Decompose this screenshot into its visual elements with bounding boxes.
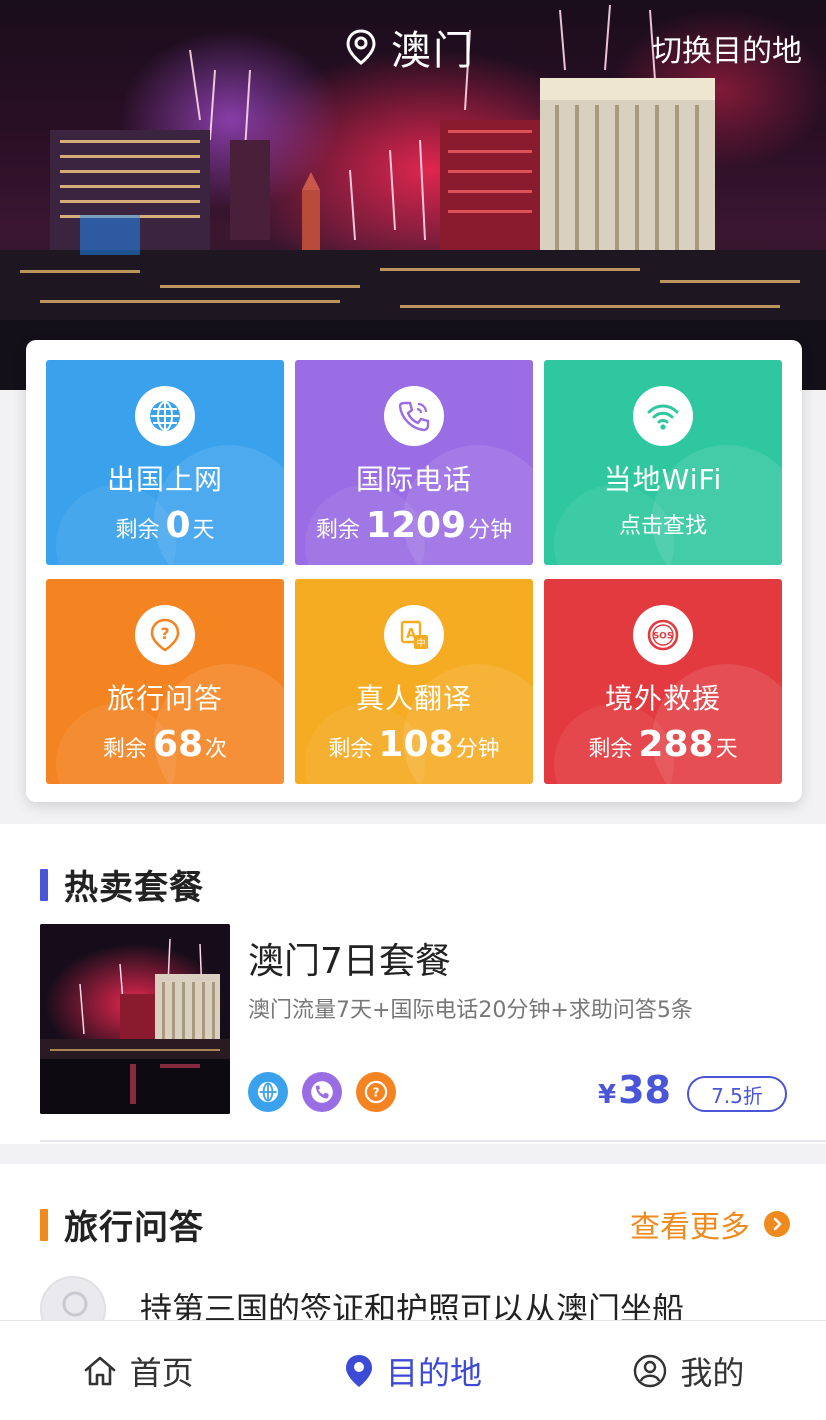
divider <box>40 1140 826 1142</box>
svg-text:SOS: SOS <box>653 632 674 642</box>
section-header: 热卖套餐 <box>40 860 204 909</box>
top-bar: 澳门 切换目的地 <box>0 14 826 74</box>
package-feature-icons: ? <box>248 1072 410 1112</box>
section-marker <box>40 1208 48 1241</box>
service-title: 旅行问答 <box>106 682 223 715</box>
service-remaining: 剩余 0 天 <box>115 505 215 546</box>
tab-home[interactable]: 首页 <box>0 1321 275 1420</box>
service-tile-internet[interactable]: 出国上网 剩余 0 天 <box>46 360 284 565</box>
section-title: 旅行问答 <box>64 1208 204 1248</box>
tab-label: 目的地 <box>385 1353 482 1392</box>
service-remaining: 剩余 288 天 <box>588 724 738 765</box>
service-title: 出国上网 <box>106 463 223 496</box>
svg-text:?: ? <box>160 624 169 643</box>
question-icon: ? <box>356 1072 396 1112</box>
package-price: ¥38 <box>598 1068 671 1112</box>
wifi-icon <box>633 386 693 446</box>
location-pin-outline-icon <box>346 29 376 65</box>
services-card: 出国上网 剩余 0 天 国际电话 剩余 1209 分钟 当地WiFi 点击查找 … <box>26 340 802 802</box>
service-title: 真人翻译 <box>355 682 472 715</box>
chevron-right-icon <box>764 1211 790 1237</box>
service-title: 国际电话 <box>355 463 472 496</box>
globe-icon <box>135 386 195 446</box>
discount-badge: 7.5折 <box>687 1076 787 1112</box>
phone-icon <box>384 386 444 446</box>
hot-packages-section: 热卖套餐 澳门7日套餐 澳门流量7天+国际电话20分钟+求助问答5条 ? ¥ 3… <box>0 824 826 1144</box>
home-icon <box>84 1356 115 1385</box>
package-description: 澳门流量7天+国际电话20分钟+求助问答5条 <box>248 998 693 1023</box>
globe-icon <box>248 1072 288 1112</box>
tab-mine[interactable]: 我的 <box>551 1321 826 1420</box>
service-remaining: 剩余 68 次 <box>102 724 228 765</box>
service-tile-travel-qa[interactable]: ? 旅行问答 剩余 68 次 <box>46 579 284 784</box>
phone-icon <box>302 1072 342 1112</box>
service-title: 当地WiFi <box>603 463 723 496</box>
question-pin-icon: ? <box>135 605 195 665</box>
service-tile-human-translation[interactable]: A中 真人翻译 剩余 108 分钟 <box>295 579 533 784</box>
current-location[interactable]: 澳门 <box>345 18 475 76</box>
svg-text:中: 中 <box>416 637 425 649</box>
services-grid: 出国上网 剩余 0 天 国际电话 剩余 1209 分钟 当地WiFi 点击查找 … <box>46 360 782 784</box>
bottom-tab-bar: 首页 目的地 我的 <box>0 1320 826 1420</box>
service-tile-intl-call[interactable]: 国际电话 剩余 1209 分钟 <box>295 360 533 565</box>
translate-icon: A中 <box>384 605 444 665</box>
user-icon <box>634 1354 667 1387</box>
service-tile-overseas-rescue[interactable]: SOS 境外救援 剩余 288 天 <box>544 579 782 784</box>
service-tile-local-wifi[interactable]: 当地WiFi 点击查找 <box>544 360 782 565</box>
service-remaining: 剩余 108 分钟 <box>328 724 500 765</box>
service-subtitle: 点击查找 <box>618 514 707 539</box>
view-more-label: 查看更多 <box>630 1210 750 1245</box>
package-title[interactable]: 澳门7日套餐 <box>248 932 451 984</box>
switch-destination-button[interactable]: 切换目的地 <box>652 26 802 70</box>
section-marker <box>40 868 48 901</box>
location-pin-icon <box>345 1354 372 1387</box>
service-remaining: 剩余 1209 分钟 <box>315 505 513 546</box>
section-title: 热卖套餐 <box>64 868 204 908</box>
service-title: 境外救援 <box>604 682 721 715</box>
svg-text:?: ? <box>372 1085 379 1099</box>
app-page: 澳门 切换目的地 出国上网 剩余 0 天 国际电话 剩余 1209 分钟 当地W… <box>0 0 826 1420</box>
tab-label: 首页 <box>129 1353 194 1392</box>
package-thumbnail[interactable] <box>40 924 230 1114</box>
section-header: 旅行问答 <box>40 1200 204 1249</box>
sos-icon: SOS <box>633 605 693 665</box>
view-more-link[interactable]: 查看更多 <box>630 1202 790 1246</box>
destination-hero-image: 澳门 切换目的地 <box>0 0 826 390</box>
tab-destination[interactable]: 目的地 <box>275 1321 550 1420</box>
location-name: 澳门 <box>391 28 475 74</box>
tab-label: 我的 <box>680 1353 745 1392</box>
